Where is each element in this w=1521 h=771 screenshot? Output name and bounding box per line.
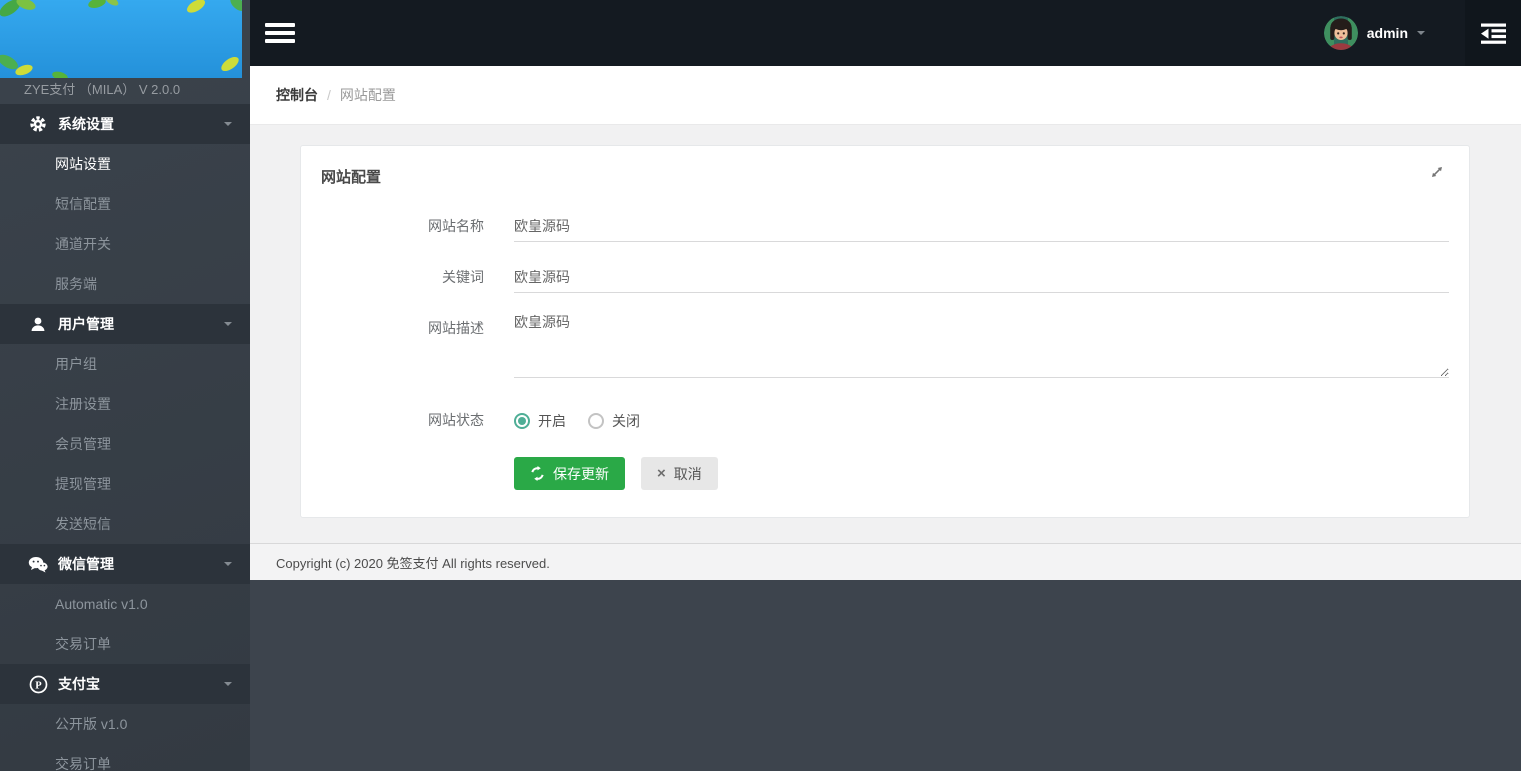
expand-panel-button[interactable] <box>1427 162 1447 182</box>
sidebar-item-withdraw-management[interactable]: 提现管理 <box>0 464 250 504</box>
chevron-down-icon <box>224 682 232 686</box>
sidebar-item-label: 支付宝 <box>58 674 224 694</box>
footer: Copyright (c) 2020 免签支付 All rights reser… <box>250 543 1521 580</box>
sidebar-item-channel-switch[interactable]: 通道开关 <box>0 224 250 264</box>
avatar <box>1324 16 1358 50</box>
refresh-icon <box>530 466 545 481</box>
panel-title: 网站配置 <box>321 166 1449 187</box>
keywords-label: 关键词 <box>321 261 514 293</box>
username-label: admin <box>1367 25 1408 41</box>
sidebar-item-public-v1[interactable]: 公开版 v1.0 <box>0 704 250 744</box>
form-row-site-name: 网站名称 <box>321 210 1449 242</box>
content-area: 网站配置 网站名称 关键词 <box>250 125 1521 543</box>
hamburger-menu-icon[interactable] <box>265 10 311 56</box>
form-actions: 保存更新 × 取消 <box>514 457 1449 490</box>
empty-background <box>250 580 1521 771</box>
cancel-button-label: 取消 <box>674 464 702 484</box>
wechat-icon <box>27 556 49 573</box>
sidebar-item-system-settings[interactable]: 系统设置 <box>0 104 250 144</box>
description-label: 网站描述 <box>321 312 514 383</box>
top-navbar: admin <box>250 0 1521 66</box>
sidebar-item-alipay[interactable]: P 支付宝 <box>0 664 250 704</box>
chevron-down-icon <box>224 122 232 126</box>
status-off-label: 关闭 <box>612 411 640 431</box>
main-column: admin 控制台 / 网站配置 网站配置 <box>250 0 1521 771</box>
expand-icon <box>1429 164 1445 180</box>
sidebar-item-label: 系统设置 <box>58 114 224 134</box>
sidebar: ZYE支付 （MILA） V 2.0.0 系统设置 网站设置 短信配置 通道开关… <box>0 0 250 771</box>
sidebar-item-site-settings[interactable]: 网站设置 <box>0 144 250 184</box>
sidebar-item-label: 微信管理 <box>58 554 224 574</box>
sidebar-item-member-management[interactable]: 会员管理 <box>0 424 250 464</box>
form-row-description: 网站描述 欧皇源码 <box>321 312 1449 383</box>
status-option-off[interactable]: 关闭 <box>588 411 640 431</box>
sidebar-item-user-group[interactable]: 用户组 <box>0 344 250 384</box>
close-icon: × <box>657 466 666 481</box>
save-button[interactable]: 保存更新 <box>514 457 625 490</box>
logo-banner-image <box>0 0 242 78</box>
site-name-input[interactable] <box>514 210 1449 242</box>
radio-checked-icon[interactable] <box>514 413 530 429</box>
status-on-label: 开启 <box>538 411 566 431</box>
breadcrumb: 控制台 / 网站配置 <box>250 66 1521 125</box>
sidebar-item-alipay-orders[interactable]: 交易订单 <box>0 744 250 771</box>
user-icon <box>27 315 49 333</box>
site-config-form: 网站名称 关键词 网站描述 欧皇源码 <box>321 210 1449 490</box>
app-version-label: ZYE支付 （MILA） V 2.0.0 <box>0 78 250 104</box>
alipay-icon: P <box>27 675 49 694</box>
save-button-label: 保存更新 <box>553 464 609 484</box>
description-textarea[interactable]: 欧皇源码 <box>514 312 1449 378</box>
sidebar-menu: 系统设置 网站设置 短信配置 通道开关 服务端 用户管理 用户组 注册设置 会员… <box>0 104 250 771</box>
form-row-status: 网站状态 开启 关闭 <box>321 410 1449 431</box>
breadcrumb-separator: / <box>327 87 331 103</box>
chevron-down-icon <box>224 562 232 566</box>
sidebar-item-automatic-v1[interactable]: Automatic v1.0 <box>0 584 250 624</box>
sidebar-item-server[interactable]: 服务端 <box>0 264 250 304</box>
site-name-label: 网站名称 <box>321 210 514 242</box>
cancel-button[interactable]: × 取消 <box>641 457 718 490</box>
control-sidebar-toggle-button[interactable] <box>1465 0 1521 66</box>
gear-icon <box>27 115 49 133</box>
breadcrumb-current: 网站配置 <box>340 85 396 105</box>
indent-lines-icon <box>1480 22 1507 45</box>
status-option-on[interactable]: 开启 <box>514 411 566 431</box>
sidebar-item-label: 用户管理 <box>58 314 224 334</box>
site-config-panel: 网站配置 网站名称 关键词 <box>300 145 1470 518</box>
sidebar-item-send-sms[interactable]: 发送短信 <box>0 504 250 544</box>
user-dropdown[interactable]: admin <box>1312 16 1437 50</box>
caret-down-icon <box>1417 31 1425 35</box>
sidebar-item-sms-config[interactable]: 短信配置 <box>0 184 250 224</box>
sidebar-item-wechat-orders[interactable]: 交易订单 <box>0 624 250 664</box>
keywords-input[interactable] <box>514 261 1449 293</box>
copyright-text: Copyright (c) 2020 免签支付 All rights reser… <box>276 553 550 572</box>
sidebar-item-register-settings[interactable]: 注册设置 <box>0 384 250 424</box>
breadcrumb-home-link[interactable]: 控制台 <box>276 85 318 105</box>
site-status-label: 网站状态 <box>321 410 514 431</box>
svg-text:P: P <box>35 680 42 691</box>
sidebar-item-wechat-management[interactable]: 微信管理 <box>0 544 250 584</box>
chevron-down-icon <box>224 322 232 326</box>
radio-unchecked-icon[interactable] <box>588 413 604 429</box>
sidebar-item-user-management[interactable]: 用户管理 <box>0 304 250 344</box>
form-row-keywords: 关键词 <box>321 261 1449 293</box>
